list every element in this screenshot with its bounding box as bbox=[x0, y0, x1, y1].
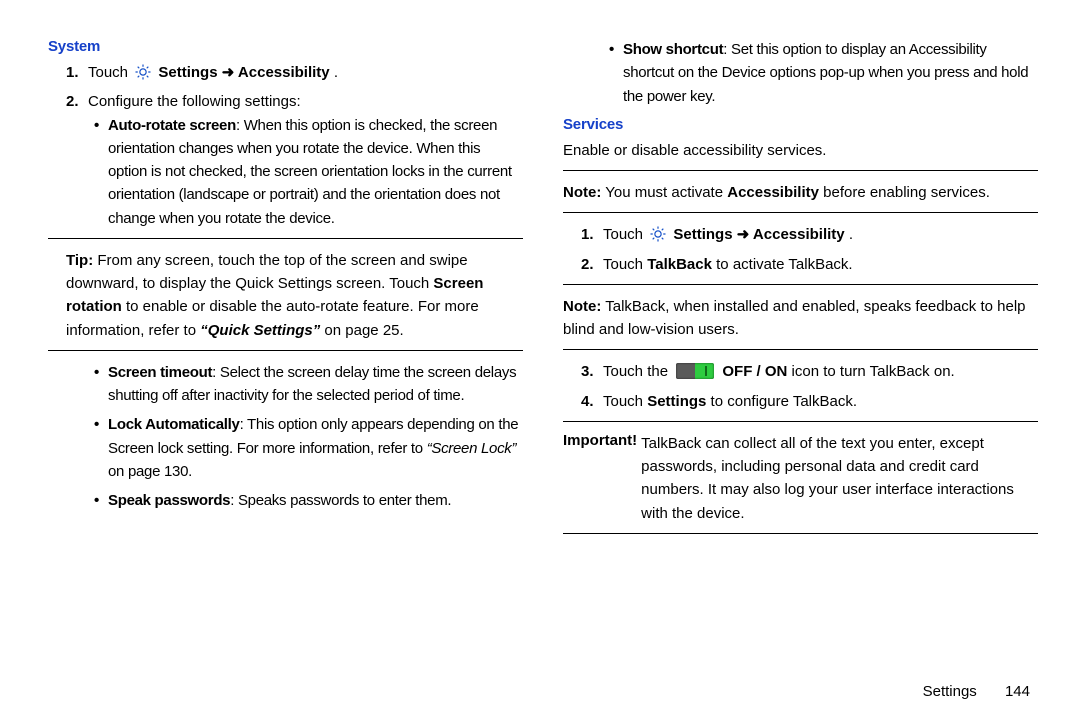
system-steps: Touch Settings ➜ Accessibility . Configu… bbox=[66, 61, 523, 230]
system-step-2: Configure the following settings: Auto-r… bbox=[66, 90, 523, 230]
divider bbox=[563, 421, 1038, 422]
services-step-4: Touch Settings to configure TalkBack. bbox=[581, 390, 1038, 413]
divider bbox=[563, 349, 1038, 350]
divider bbox=[563, 284, 1038, 285]
right-top-bullets: Show shortcut: Set this option to displa… bbox=[609, 38, 1038, 108]
bullet-lock-automatically: Lock Automatically: This option only app… bbox=[94, 413, 523, 483]
services-step-3: Touch the OFF / ON icon to turn TalkBack… bbox=[581, 360, 1038, 383]
divider bbox=[48, 238, 523, 239]
off-on-toggle-icon bbox=[676, 363, 714, 379]
divider bbox=[48, 350, 523, 351]
divider bbox=[563, 212, 1038, 213]
divider bbox=[563, 170, 1038, 171]
important-block: Important! TalkBack can collect all of t… bbox=[563, 432, 1038, 525]
system-step-1: Touch Settings ➜ Accessibility . bbox=[66, 61, 523, 84]
arrow-icon: ➜ bbox=[737, 226, 753, 243]
services-step-1: Touch Settings ➜ Accessibility . bbox=[581, 223, 1038, 246]
page-footer: Settings 144 bbox=[923, 683, 1030, 700]
arrow-icon: ➜ bbox=[222, 64, 238, 81]
settings-gear-icon bbox=[649, 225, 667, 243]
note-activate-accessibility: Note: You must activate Accessibility be… bbox=[563, 181, 1038, 204]
services-steps-a: Touch Settings ➜ Accessibility . Touch T… bbox=[581, 223, 1038, 276]
left-column: System Touch Settings ➜ Accessibility . … bbox=[48, 38, 523, 544]
tip-label: Tip: bbox=[66, 252, 93, 269]
heading-services: Services bbox=[563, 116, 1038, 133]
bullet-speak-passwords: Speak passwords: Speaks passwords to ent… bbox=[94, 489, 523, 512]
note-talkback-feedback: Note: TalkBack, when installed and enabl… bbox=[563, 295, 1038, 342]
page-body: System Touch Settings ➜ Accessibility . … bbox=[0, 0, 1080, 556]
services-step-2: Touch TalkBack to activate TalkBack. bbox=[581, 253, 1038, 276]
system-bullets-2: Screen timeout: Select the screen delay … bbox=[94, 361, 523, 513]
bullet-auto-rotate: Auto-rotate screen: When this option is … bbox=[94, 114, 523, 230]
footer-page-number: 144 bbox=[1005, 683, 1030, 700]
heading-system: System bbox=[48, 38, 523, 55]
important-body: TalkBack can collect all of the text you… bbox=[641, 432, 1038, 525]
services-steps-b: Touch the OFF / ON icon to turn TalkBack… bbox=[581, 360, 1038, 413]
divider bbox=[563, 533, 1038, 534]
services-intro: Enable or disable accessibility services… bbox=[563, 139, 1038, 162]
bullet-show-shortcut: Show shortcut: Set this option to displa… bbox=[609, 38, 1038, 108]
right-column: Show shortcut: Set this option to displa… bbox=[563, 38, 1038, 544]
system-bullets-1: Auto-rotate screen: When this option is … bbox=[94, 114, 523, 230]
footer-section: Settings bbox=[923, 683, 977, 700]
important-label: Important! bbox=[563, 432, 641, 525]
tip-block: Tip: From any screen, touch the top of t… bbox=[48, 249, 523, 342]
bullet-screen-timeout: Screen timeout: Select the screen delay … bbox=[94, 361, 523, 408]
settings-gear-icon bbox=[134, 63, 152, 81]
